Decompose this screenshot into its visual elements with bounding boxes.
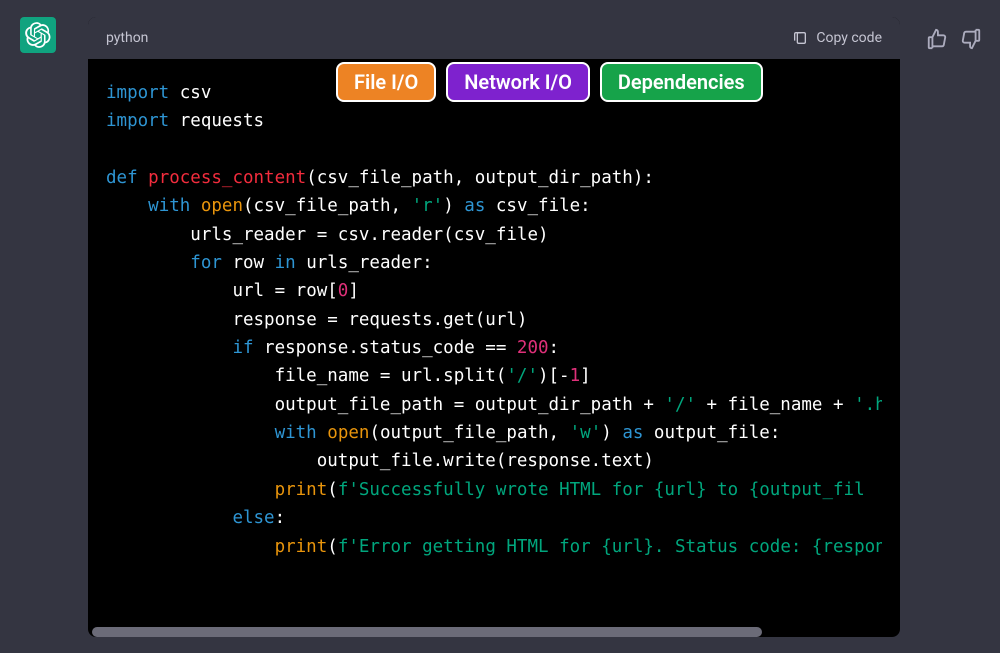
thumbs-up-button[interactable] <box>926 28 948 50</box>
clipboard-icon <box>792 30 808 46</box>
copy-code-button[interactable]: Copy code <box>792 30 882 46</box>
thumbs-down-icon <box>960 28 982 50</box>
copy-label: Copy code <box>816 30 882 46</box>
badge-network-io: Network I/O <box>446 62 590 102</box>
badge-file-io: File I/O <box>336 62 436 102</box>
chatgpt-logo <box>20 17 56 53</box>
thumbs-up-icon <box>926 28 948 50</box>
thumbs-down-button[interactable] <box>960 28 982 50</box>
openai-logo-icon <box>25 22 51 48</box>
code-block: python Copy code import csv import reque… <box>88 17 900 637</box>
badge-dependencies: Dependencies <box>600 62 763 102</box>
code-content[interactable]: import csv import requests def process_c… <box>88 59 900 637</box>
code-header: python Copy code <box>88 17 900 59</box>
feedback-controls <box>926 28 982 50</box>
scrollbar-thumb[interactable] <box>92 627 762 637</box>
annotation-badges: File I/O Network I/O Dependencies <box>336 62 763 102</box>
language-label: python <box>106 30 148 46</box>
horizontal-scrollbar[interactable] <box>88 627 900 637</box>
